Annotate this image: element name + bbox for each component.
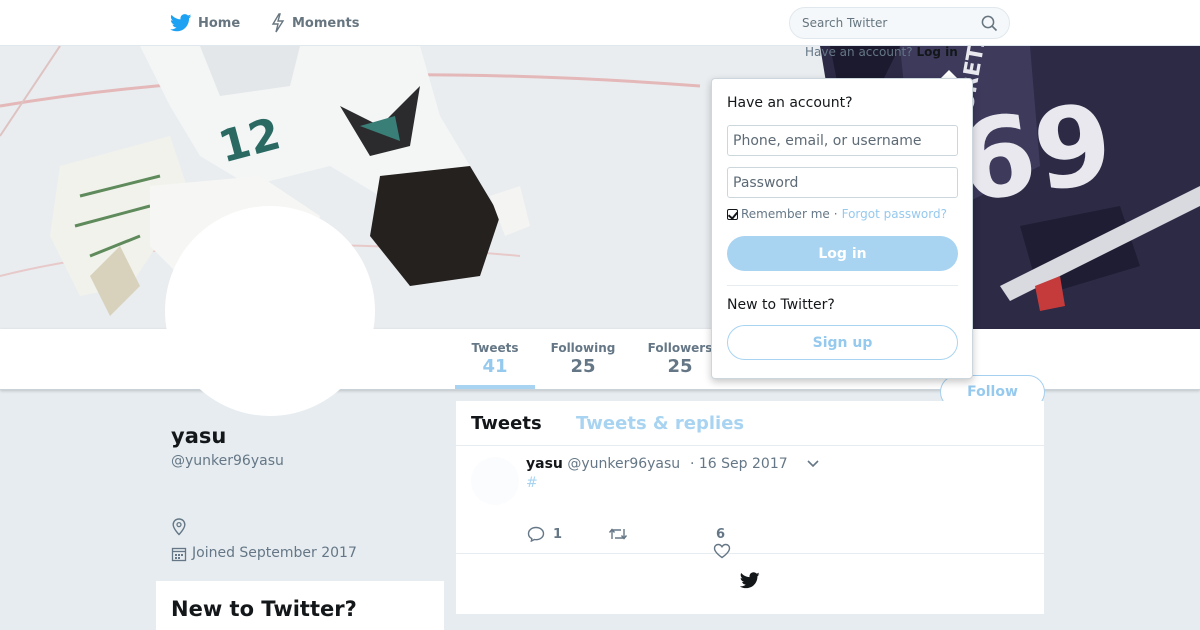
location-pin-icon — [172, 518, 186, 536]
nav-moments[interactable]: Moments — [270, 0, 359, 46]
remember-row: Remember me · Forgot password? — [727, 207, 947, 221]
heart-icon[interactable] — [713, 543, 731, 559]
dropdown-title: Have an account? — [727, 95, 853, 111]
stat-label: Followers — [647, 341, 713, 355]
tweet[interactable]: yasu @yunker96yasu · 16 Sep 2017 # 1 6 — [456, 447, 1044, 559]
tweet-avatar[interactable] — [471, 457, 519, 505]
have-account-link[interactable]: Have an account? Log in — [805, 45, 958, 59]
timeline: Tweets Tweets & replies yasu @yunker96ya… — [456, 401, 1044, 614]
stat-label: Following — [550, 341, 616, 355]
nav-moments-label: Moments — [292, 15, 360, 31]
twitter-bird-icon — [740, 572, 760, 589]
new-card-title: New to Twitter? — [171, 597, 357, 621]
tweet-header: yasu @yunker96yasu · 16 Sep 2017 — [526, 456, 788, 472]
stat-tweets[interactable]: Tweets 41 — [455, 341, 535, 377]
top-navigation: Home Moments — [0, 0, 1200, 46]
stat-value: 41 — [482, 356, 508, 377]
profile-avatar[interactable] — [165, 206, 375, 416]
lightning-icon — [271, 13, 285, 33]
new-to-twitter-card: New to Twitter? — [156, 581, 444, 630]
like-count: 6 — [716, 527, 726, 542]
active-tab-underline — [455, 385, 535, 389]
header-login-link[interactable]: Log in — [916, 45, 957, 59]
stat-label: Tweets — [471, 341, 519, 355]
twitter-bird-icon — [170, 14, 192, 32]
username-field[interactable] — [727, 125, 958, 156]
tweet-handle[interactable]: @yunker96yasu — [567, 456, 680, 472]
tab-tweets[interactable]: Tweets — [471, 413, 542, 434]
profile-handle[interactable]: @yunker96yasu — [171, 453, 284, 469]
remember-separator: · — [833, 207, 838, 221]
reply-action[interactable]: 1 — [527, 526, 562, 542]
retweet-icon — [608, 528, 628, 540]
joined-date: Joined September 2017 — [192, 545, 357, 561]
calendar-icon — [171, 547, 187, 562]
search-icon[interactable] — [981, 15, 998, 32]
tweet-date[interactable]: · 16 Sep 2017 — [690, 456, 788, 472]
remember-label[interactable]: Remember me — [741, 207, 830, 221]
signup-button[interactable]: Sign up — [727, 325, 958, 360]
new-to-twitter-label: New to Twitter? — [727, 297, 835, 313]
reply-bubble-icon — [527, 526, 545, 542]
tab-tweets-replies[interactable]: Tweets & replies — [576, 413, 744, 434]
remember-checkbox[interactable] — [727, 208, 738, 220]
password-field[interactable] — [727, 167, 958, 198]
timeline-tabs: Tweets Tweets & replies — [456, 401, 1044, 446]
stat-following[interactable]: Following 25 — [547, 341, 619, 377]
tweet-text[interactable]: # — [526, 475, 538, 491]
chevron-down-icon[interactable] — [806, 459, 820, 469]
reply-count: 1 — [553, 526, 563, 542]
have-account-text: Have an account? — [805, 45, 913, 59]
stat-value: 25 — [570, 356, 596, 377]
stat-followers[interactable]: Followers 25 — [644, 341, 716, 377]
search-box — [789, 7, 1010, 39]
dropdown-divider — [727, 285, 958, 286]
profile-name[interactable]: yasu — [171, 424, 226, 448]
retweet-action[interactable] — [608, 526, 636, 542]
stat-value: 25 — [667, 356, 693, 377]
search-input[interactable] — [790, 8, 970, 38]
tweet-author[interactable]: yasu — [526, 456, 563, 472]
forgot-password-link[interactable]: Forgot password? — [842, 207, 947, 221]
login-dropdown: Have an account? Remember me · Forgot pa… — [711, 78, 973, 379]
nav-home[interactable]: Home — [170, 0, 240, 46]
nav-home-label: Home — [198, 15, 241, 31]
login-button[interactable]: Log in — [727, 236, 958, 271]
